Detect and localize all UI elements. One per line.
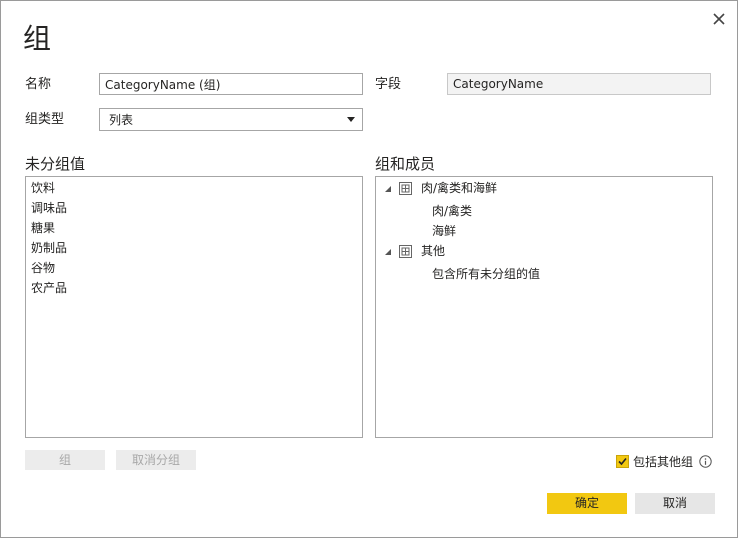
tree-group-label: 其他 bbox=[421, 244, 446, 258]
tree-member-row[interactable]: 包含所有未分组的值 bbox=[432, 265, 540, 283]
info-icon[interactable] bbox=[699, 455, 712, 468]
cancel-button[interactable]: 取消 bbox=[635, 493, 715, 514]
list-item[interactable]: 农产品 bbox=[31, 280, 67, 296]
group-type-label: 组类型 bbox=[25, 112, 65, 127]
tree-member-row[interactable]: 肉/禽类 bbox=[432, 202, 472, 220]
ungrouped-values-list[interactable]: 饮料 调味品 糖果 奶制品 谷物 农产品 bbox=[25, 176, 363, 438]
field-input bbox=[447, 73, 711, 95]
group-icon bbox=[399, 245, 412, 258]
group-type-value: 列表 bbox=[109, 113, 134, 127]
close-icon bbox=[713, 13, 725, 25]
group-type-select[interactable]: 列表 bbox=[99, 108, 363, 131]
collapse-triangle-icon[interactable] bbox=[384, 248, 392, 256]
name-input[interactable] bbox=[99, 73, 363, 95]
close-button[interactable] bbox=[709, 9, 729, 29]
list-item[interactable]: 糖果 bbox=[31, 220, 55, 236]
ungroup-button[interactable]: 取消分组 bbox=[116, 450, 196, 470]
include-other-group-checkbox[interactable] bbox=[616, 455, 629, 468]
list-item[interactable]: 谷物 bbox=[31, 260, 55, 276]
list-item[interactable]: 调味品 bbox=[31, 200, 67, 216]
include-other-group-label: 包括其他组 bbox=[633, 455, 694, 469]
ungrouped-values-title: 未分组值 bbox=[25, 155, 86, 173]
chevron-down-icon bbox=[347, 117, 355, 122]
tree-group-label: 肉/禽类和海鲜 bbox=[421, 181, 498, 195]
tree-member-row[interactable]: 海鲜 bbox=[432, 222, 456, 240]
dialog-title: 组 bbox=[23, 22, 52, 55]
groups-and-members-title: 组和成员 bbox=[375, 155, 436, 173]
group-icon bbox=[399, 182, 412, 195]
groups-tree[interactable]: 肉/禽类和海鲜 肉/禽类 海鲜 其他 包含所有未分组的值 bbox=[375, 176, 713, 438]
tree-group-row[interactable]: 其他 bbox=[376, 242, 712, 260]
list-item[interactable]: 奶制品 bbox=[31, 240, 67, 256]
list-item[interactable]: 饮料 bbox=[31, 180, 55, 196]
field-label: 字段 bbox=[375, 77, 402, 92]
ok-button[interactable]: 确定 bbox=[547, 493, 627, 514]
group-button[interactable]: 组 bbox=[25, 450, 105, 470]
tree-group-row[interactable]: 肉/禽类和海鲜 bbox=[376, 179, 712, 197]
group-dialog: 组 名称 字段 组类型 列表 未分组值 组和成员 饮料 调味品 糖果 奶制品 谷… bbox=[0, 0, 738, 538]
collapse-triangle-icon[interactable] bbox=[384, 185, 392, 193]
name-label: 名称 bbox=[25, 77, 52, 92]
